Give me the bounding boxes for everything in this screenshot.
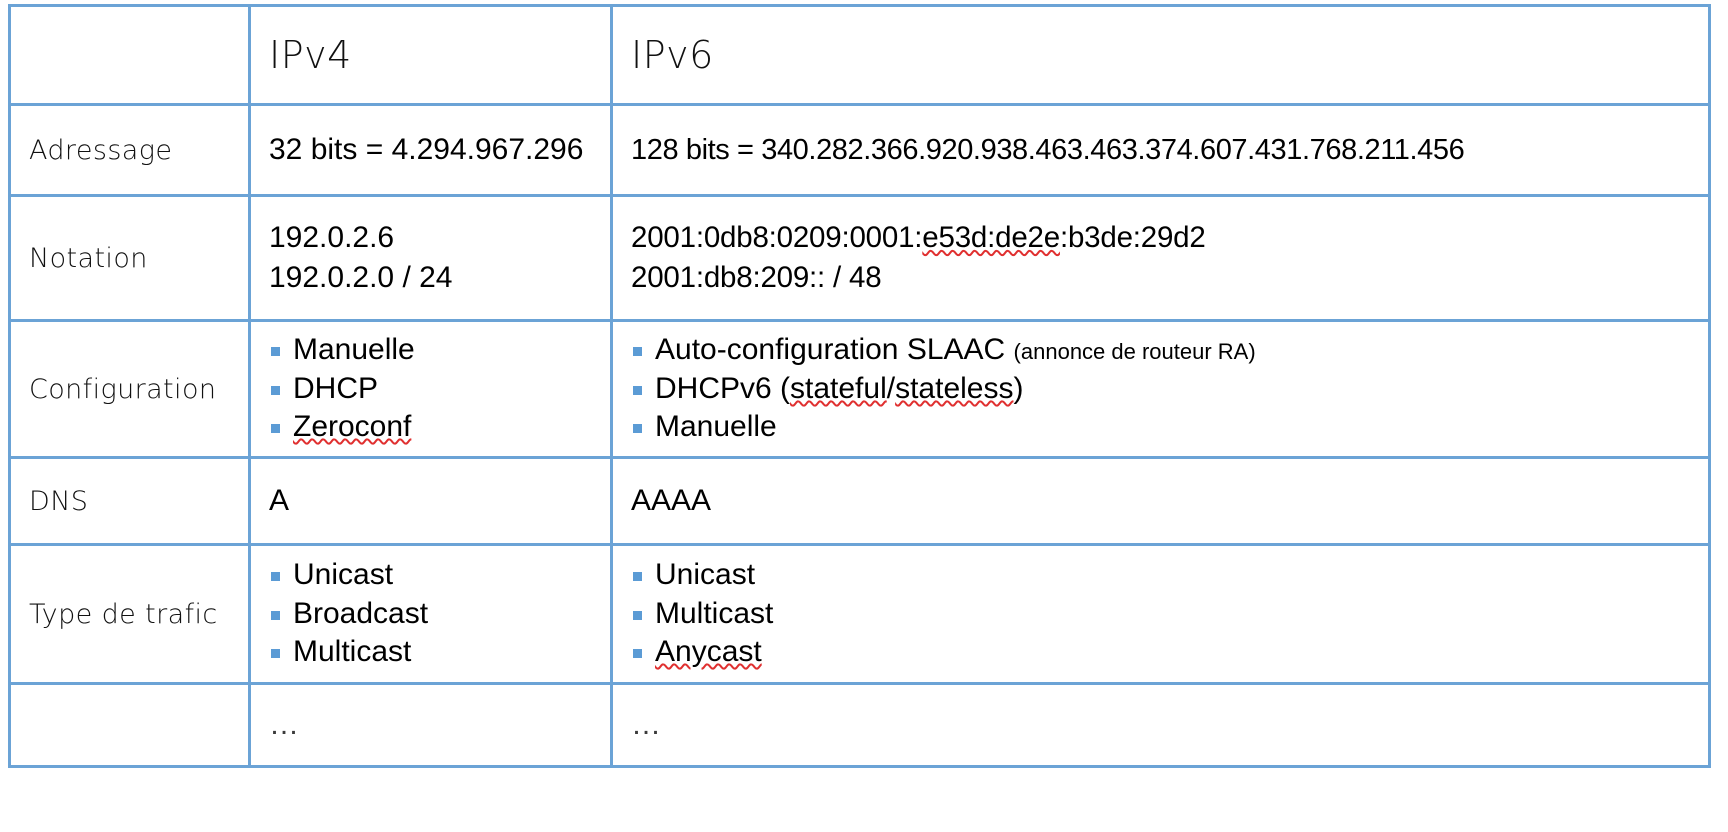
column-header-ipv4: IPv4 (269, 33, 352, 77)
bullet-text-misspelled: Anycast (655, 635, 762, 668)
list-item: Multicast (269, 633, 610, 671)
bullet-text: DHCP (293, 372, 378, 405)
cell-notation-ipv6: 2001:0db8:0209:0001:e53d:de2e:b3de:29d2 … (612, 196, 1710, 321)
value-adressage-ipv4: 32 bits = 4.294.967.296 (269, 130, 610, 170)
value-notation-ipv6: 2001:0db8:0209:0001:e53d:de2e:b3de:29d2 … (631, 218, 1708, 297)
row-label-cell-notation: Notation (10, 196, 250, 321)
value-notation-ipv4: 192.0.2.6 192.0.2.0 / 24 (269, 218, 610, 298)
header-cell-ipv6: IPv6 (612, 6, 1710, 105)
header-cell-ipv4: IPv4 (250, 6, 612, 105)
value-dns-ipv4: A (269, 481, 610, 521)
bullet-text-misspelled: stateless (895, 372, 1013, 405)
cell-dns-ipv4: A (250, 458, 612, 545)
list-item: DHCPv6 (stateful/stateless) (631, 370, 1708, 408)
notation-ipv4-line-2: 192.0.2.0 / 24 (269, 258, 610, 298)
table-row-dns: DNS A AAAA (10, 458, 1710, 545)
bullet-text: DHCPv6 ( (655, 372, 790, 405)
cell-type-de-trafic-ipv4: Unicast Broadcast Multicast (250, 545, 612, 684)
bullet-list-configuration-ipv4: Manuelle DHCP Zeroconf (269, 331, 610, 446)
bullet-text: Manuelle (293, 333, 415, 366)
cell-type-de-trafic-ipv6: Unicast Multicast Anycast (612, 545, 1710, 684)
row-label-cell-configuration: Configuration (10, 321, 250, 458)
cell-more-ipv6: … (612, 684, 1710, 767)
row-label-cell-dns: DNS (10, 458, 250, 545)
cell-configuration-ipv6: Auto-configuration SLAAC (annonce de rou… (612, 321, 1710, 458)
list-item: Multicast (631, 595, 1708, 633)
row-label-cell-adressage: Adressage (10, 105, 250, 196)
bullet-text: Unicast (655, 558, 755, 591)
row-label-configuration: Configuration (29, 374, 216, 405)
cell-adressage-ipv4: 32 bits = 4.294.967.296 (250, 105, 612, 196)
list-item: Zeroconf (269, 408, 610, 446)
list-item: Unicast (269, 556, 610, 594)
table-row-notation: Notation 192.0.2.6 192.0.2.0 / 24 2001:0… (10, 196, 1710, 321)
bullet-list-configuration-ipv6: Auto-configuration SLAAC (annonce de rou… (631, 331, 1708, 446)
bullet-note: (annonce de routeur RA) (1014, 339, 1256, 364)
cell-more-ipv4: … (250, 684, 612, 767)
value-more-ipv4: … (269, 708, 610, 742)
list-item: Unicast (631, 556, 1708, 594)
notation-ipv6-line-1: 2001:0db8:0209:0001:e53d:de2e:b3de:29d2 (631, 218, 1708, 258)
bullet-list-trafic-ipv4: Unicast Broadcast Multicast (269, 556, 610, 671)
notation-ipv6-line-2: 2001:db8:209:: / 48 (631, 258, 1708, 298)
cell-adressage-ipv6: 128 bits = 340.282.366.920.938.463.463.3… (612, 105, 1710, 196)
notation-ipv6-prefix: 2001:0db8:0209:0001: (631, 221, 922, 254)
row-label-type-de-trafic: Type de trafic (29, 599, 218, 630)
column-header-ipv6: IPv6 (631, 33, 714, 77)
notation-ipv4-line-1: 192.0.2.6 (269, 218, 610, 258)
ipv4-ipv6-comparison-table: IPv4 IPv6 Adressage 32 bits = 4.294.967.… (8, 4, 1711, 768)
bullet-text: Auto-configuration SLAAC (655, 333, 1005, 366)
bullet-text: Multicast (293, 635, 411, 668)
cell-dns-ipv6: AAAA (612, 458, 1710, 545)
list-item: Anycast (631, 633, 1708, 671)
row-label-dns: DNS (29, 486, 88, 517)
comparison-table-container: IPv4 IPv6 Adressage 32 bits = 4.294.967.… (0, 4, 1728, 832)
table-row-configuration: Configuration Manuelle DHCP Zeroconf Aut… (10, 321, 1710, 458)
bullet-text: Broadcast (293, 597, 428, 630)
notation-ipv6-suffix: :b3de:29d2 (1060, 221, 1206, 254)
table-row-adressage: Adressage 32 bits = 4.294.967.296 128 bi… (10, 105, 1710, 196)
list-item: Broadcast (269, 595, 610, 633)
bullet-text: Unicast (293, 558, 393, 591)
list-item: Auto-configuration SLAAC (annonce de rou… (631, 331, 1708, 369)
row-label-cell-type-de-trafic: Type de trafic (10, 545, 250, 684)
bullet-text: Multicast (655, 597, 773, 630)
row-label-notation: Notation (29, 243, 148, 274)
table-row-more: … … (10, 684, 1710, 767)
bullet-text-misspelled: Zeroconf (293, 410, 411, 443)
row-label-adressage: Adressage (29, 135, 172, 166)
value-adressage-ipv6: 128 bits = 340.282.366.920.938.463.463.3… (631, 131, 1708, 170)
row-label-cell-more (10, 684, 250, 767)
cell-notation-ipv4: 192.0.2.6 192.0.2.0 / 24 (250, 196, 612, 321)
header-corner-cell (10, 6, 250, 105)
list-item: DHCP (269, 370, 610, 408)
cell-configuration-ipv4: Manuelle DHCP Zeroconf (250, 321, 612, 458)
table-header-row: IPv4 IPv6 (10, 6, 1710, 105)
value-more-ipv6: … (631, 708, 1708, 742)
bullet-separator: / (887, 372, 895, 405)
bullet-list-trafic-ipv6: Unicast Multicast Anycast (631, 556, 1708, 671)
bullet-text-misspelled: stateful (790, 372, 887, 405)
list-item: Manuelle (631, 408, 1708, 446)
bullet-text-end: ) (1013, 372, 1023, 405)
list-item: Manuelle (269, 331, 610, 369)
bullet-text: Manuelle (655, 410, 777, 443)
notation-ipv6-misspelled-segment: e53d:de2e (922, 221, 1060, 254)
table-row-type-de-trafic: Type de trafic Unicast Broadcast Multica… (10, 545, 1710, 684)
value-dns-ipv6: AAAA (631, 481, 1708, 521)
